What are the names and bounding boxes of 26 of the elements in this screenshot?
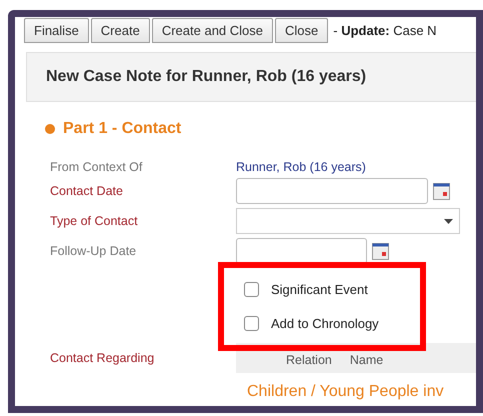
toolbar-button[interactable]: Finalise	[24, 18, 89, 43]
checkbox-label: Significant Event	[271, 282, 368, 296]
column-header: Name	[350, 353, 384, 367]
field-label: Follow-Up Date	[50, 244, 138, 258]
checkbox-label: Add to Chronology	[271, 316, 379, 330]
column-header: Relation	[286, 353, 332, 367]
toolbar-button[interactable]: Create	[90, 18, 150, 43]
checkbox[interactable]	[244, 316, 259, 330]
checkbox[interactable]	[244, 282, 259, 296]
section-title: Part 1 - Contact	[63, 120, 182, 138]
field-label: From Context Of	[50, 160, 144, 174]
calendar-icon[interactable]	[372, 242, 389, 260]
group-heading: Children / Young People inv	[247, 383, 445, 401]
field-label: Contact Date	[50, 184, 124, 198]
field-value[interactable]: Runner, Rob (16 years)	[236, 160, 366, 174]
page-title: New Case Note for Runner, Rob (16 years)	[46, 68, 366, 86]
date-field[interactable]	[236, 238, 367, 264]
bullet-icon	[45, 124, 55, 134]
toolbar-button[interactable]: Close	[275, 18, 328, 43]
status-text: - Update: Case N	[333, 23, 437, 38]
field-label: Contact Regarding	[50, 351, 156, 365]
date-field[interactable]	[236, 178, 428, 204]
field-label: Type of Contact	[50, 214, 139, 228]
toolbar-button[interactable]: Create and Close	[152, 18, 273, 43]
calendar-icon[interactable]	[433, 182, 450, 200]
dropdown-caret-icon	[444, 218, 453, 224]
